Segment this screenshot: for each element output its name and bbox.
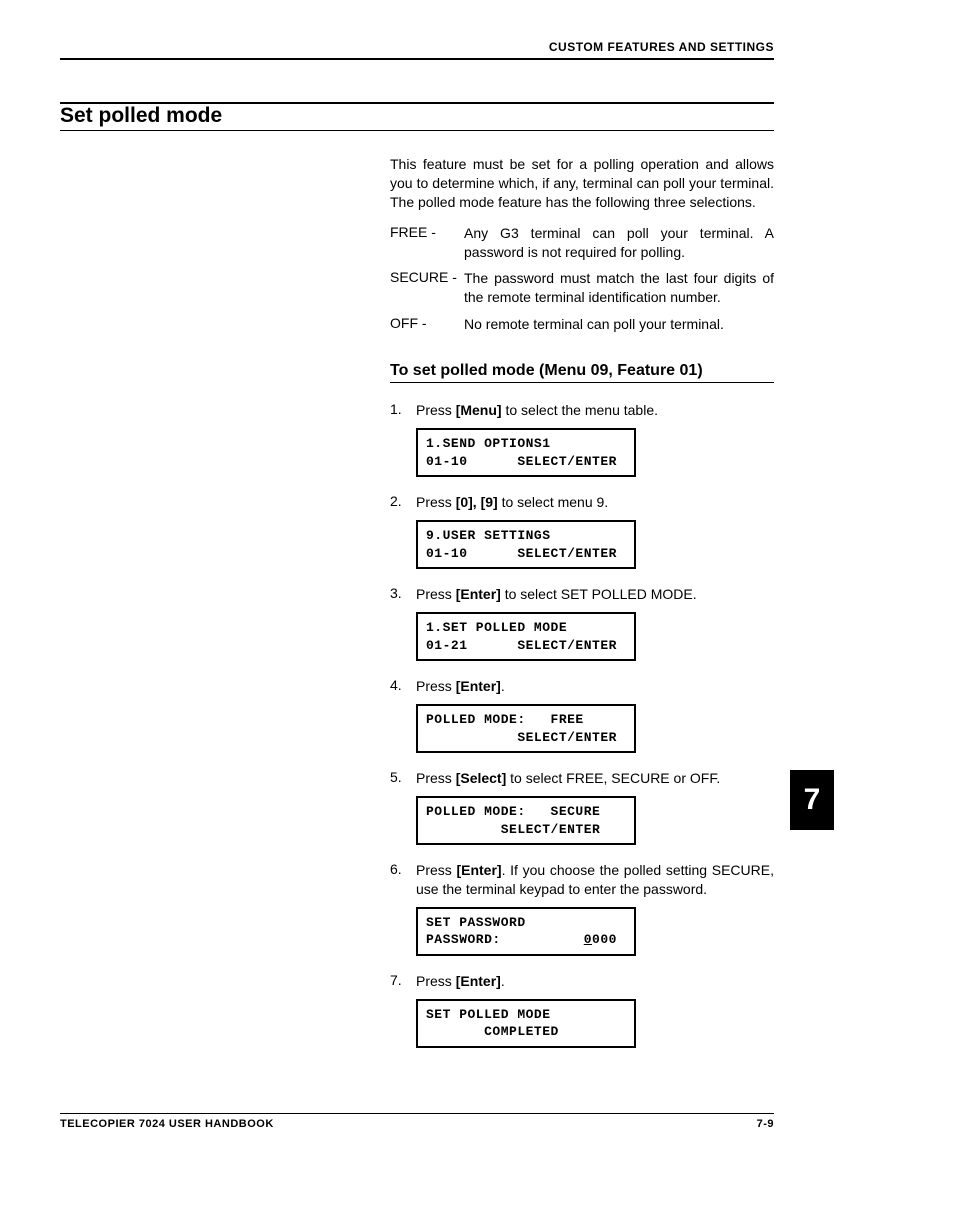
key-press: [Enter] [456,973,501,989]
header-rule [60,58,774,60]
step-number: 5. [390,769,416,788]
steps-list: 1.Press [Menu] to select the menu table.… [390,401,774,1048]
key-press: [Menu] [456,402,502,418]
step-text: Press [Select] to select FREE, SECURE or… [416,769,774,788]
definition-term: OFF - [390,315,464,334]
chapter-tab: 7 [790,770,834,830]
key-press: [Select] [456,770,507,786]
step-number: 1. [390,401,416,420]
section-title-block: Set polled mode [60,102,774,131]
step: 1.Press [Menu] to select the menu table. [390,401,774,420]
step-number: 4. [390,677,416,696]
step-text: Press [Enter]. If you choose the polled … [416,861,774,899]
step: 5.Press [Select] to select FREE, SECURE … [390,769,774,788]
lcd-display: POLLED MODE: SECURE SELECT/ENTER [416,796,636,845]
step: 3.Press [Enter] to select SET POLLED MOD… [390,585,774,604]
content-column: This feature must be set for a polling o… [390,155,774,1048]
footer: TELECOPIER 7024 USER HANDBOOK 7-9 [60,1113,774,1130]
subheading: To set polled mode (Menu 09, Feature 01) [390,362,774,380]
lcd-display: SET POLLED MODE COMPLETED [416,999,636,1048]
step-number: 6. [390,861,416,899]
step-number: 3. [390,585,416,604]
step-text: Press [Enter]. [416,677,774,696]
definition-description: No remote terminal can poll your termina… [464,315,774,334]
lcd-display: POLLED MODE: FREE SELECT/ENTER [416,704,636,753]
step: 6.Press [Enter]. If you choose the polle… [390,861,774,899]
definition-row: FREE -Any G3 terminal can poll your term… [390,224,774,262]
definition-list: FREE -Any G3 terminal can poll your term… [390,224,774,334]
step-text: Press [Menu] to select the menu table. [416,401,774,420]
key-press: [Enter] [456,862,501,878]
footer-left: TELECOPIER 7024 USER HANDBOOK [60,1118,274,1130]
section-title: Set polled mode [60,104,774,128]
lcd-display: SET PASSWORD PASSWORD: 0000 [416,907,636,956]
header-running-title: CUSTOM FEATURES AND SETTINGS [60,40,774,54]
key-press: [0], [9] [456,494,498,510]
footer-right: 7-9 [757,1118,774,1130]
intro-paragraph: This feature must be set for a polling o… [390,155,774,212]
step: 4.Press [Enter]. [390,677,774,696]
step: 7.Press [Enter]. [390,972,774,991]
key-press: [Enter] [456,586,501,602]
step-text: Press [0], [9] to select menu 9. [416,493,774,512]
footer-rule [60,1113,774,1114]
definition-row: SECURE -The password must match the last… [390,269,774,307]
step-number: 2. [390,493,416,512]
step-text: Press [Enter] to select SET POLLED MODE. [416,585,774,604]
lcd-display: 1.SET POLLED MODE 01-21 SELECT/ENTER [416,612,636,661]
key-press: [Enter] [456,678,501,694]
step: 2.Press [0], [9] to select menu 9. [390,493,774,512]
lcd-display: 9.USER SETTINGS 01-10 SELECT/ENTER [416,520,636,569]
lcd-display: 1.SEND OPTIONS1 01-10 SELECT/ENTER [416,428,636,477]
definition-term: SECURE - [390,269,464,307]
subheading-rule [390,382,774,383]
title-rule-bottom [60,130,774,131]
step-text: Press [Enter]. [416,972,774,991]
step-number: 7. [390,972,416,991]
definition-term: FREE - [390,224,464,262]
definition-description: Any G3 terminal can poll your terminal. … [464,224,774,262]
definition-description: The password must match the last four di… [464,269,774,307]
definition-row: OFF -No remote terminal can poll your te… [390,315,774,334]
